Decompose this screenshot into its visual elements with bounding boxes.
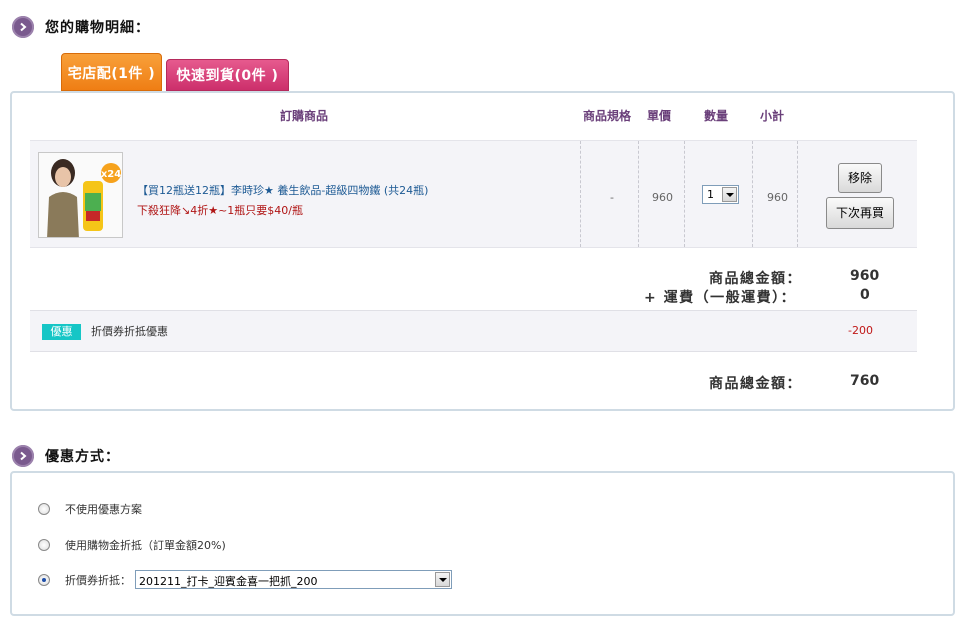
discount-badge: 優惠 bbox=[42, 324, 81, 340]
chevron-down-icon[interactable] bbox=[435, 572, 450, 587]
chevron-down-icon[interactable] bbox=[722, 187, 737, 202]
header-qty: 數量 bbox=[704, 109, 729, 123]
tab-fast-delivery[interactable]: 快速到貨(0件 ) bbox=[166, 59, 289, 91]
chevron-right-icon bbox=[12, 16, 34, 38]
option-no-discount[interactable]: 不使用優惠方案 bbox=[38, 501, 142, 517]
option-coupon[interactable]: 折價券折抵： 201211_打卡_迎賓金喜一把抓_200 bbox=[38, 570, 452, 589]
divider bbox=[638, 141, 639, 247]
cart-section-header: 您的購物明細： bbox=[12, 16, 150, 38]
goods-total-value: 960 bbox=[850, 268, 880, 284]
quantity-select[interactable]: 1 bbox=[702, 185, 739, 204]
option-shopping-credit[interactable]: 使用購物金折抵（訂單金額20%) bbox=[38, 537, 226, 553]
product-badge: x24 bbox=[101, 169, 121, 180]
header-price: 單價 bbox=[647, 109, 672, 123]
cart-panel: 訂購商品 商品規格 單價 數量 小計 x24 【買12瓶送12瓶】李時珍★ 養生… bbox=[10, 91, 955, 411]
header-subtotal: 小計 bbox=[760, 109, 785, 123]
tab-home-delivery[interactable]: 宅店配(1件 ) bbox=[61, 53, 162, 91]
discount-panel: 不使用優惠方案 使用購物金折抵（訂單金額20%) 折價券折抵： 201211_打… bbox=[10, 471, 955, 616]
header-product: 訂購商品 bbox=[280, 109, 329, 123]
coupon-discount-label: 折價券折抵優惠 bbox=[91, 325, 168, 338]
coupon-select-value: 201211_打卡_迎賓金喜一把抓_200 bbox=[139, 575, 318, 588]
buy-later-button[interactable]: 下次再買 bbox=[826, 197, 894, 229]
cart-table-header: 訂購商品 商品規格 單價 數量 小計 bbox=[30, 101, 917, 131]
option-label: 不使用優惠方案 bbox=[65, 503, 142, 516]
discount-section-header: 優惠方式： bbox=[12, 445, 120, 467]
product-promo: 下殺狂降↘4折★~1瓶只要$40/瓶 bbox=[137, 204, 303, 217]
subtotal: 960 bbox=[767, 191, 788, 204]
final-total-label: 商品總金額： bbox=[709, 376, 802, 392]
radio-no-discount[interactable] bbox=[38, 503, 50, 515]
divider bbox=[797, 141, 798, 247]
shipping-value: 0 bbox=[860, 287, 870, 303]
divider bbox=[752, 141, 753, 247]
divider bbox=[580, 141, 581, 247]
discount-section-title: 優惠方式： bbox=[45, 449, 120, 465]
quantity-value: 1 bbox=[707, 188, 714, 201]
option-label: 使用購物金折抵（訂單金額20%) bbox=[65, 539, 226, 552]
chevron-right-icon bbox=[12, 445, 34, 467]
product-spec: - bbox=[610, 191, 614, 204]
option-label: 折價券折抵： bbox=[65, 573, 131, 587]
radio-shopping-credit[interactable] bbox=[38, 539, 50, 551]
remove-button[interactable]: 移除 bbox=[838, 163, 882, 193]
coupon-discount-amount: -200 bbox=[848, 324, 873, 337]
unit-price: 960 bbox=[652, 191, 673, 204]
final-total-value: 760 bbox=[850, 373, 880, 389]
coupon-select[interactable]: 201211_打卡_迎賓金喜一把抓_200 bbox=[135, 570, 452, 589]
coupon-discount-row: 優惠 折價券折抵優惠 -200 bbox=[30, 310, 917, 352]
shipping-label: + 運費（一般運費）： bbox=[644, 290, 797, 306]
product-image[interactable]: x24 bbox=[38, 152, 123, 238]
product-name[interactable]: 【買12瓶送12瓶】李時珍★ 養生飲品-超級四物鐵 (共24瓶) bbox=[137, 182, 428, 198]
goods-total-label: 商品總金額： bbox=[709, 271, 802, 287]
header-spec: 商品規格 bbox=[583, 109, 632, 123]
table-row: x24 【買12瓶送12瓶】李時珍★ 養生飲品-超級四物鐵 (共24瓶) 下殺狂… bbox=[30, 140, 917, 248]
radio-coupon[interactable] bbox=[38, 573, 50, 586]
divider bbox=[684, 141, 685, 247]
cart-section-title: 您的購物明細： bbox=[45, 20, 150, 36]
